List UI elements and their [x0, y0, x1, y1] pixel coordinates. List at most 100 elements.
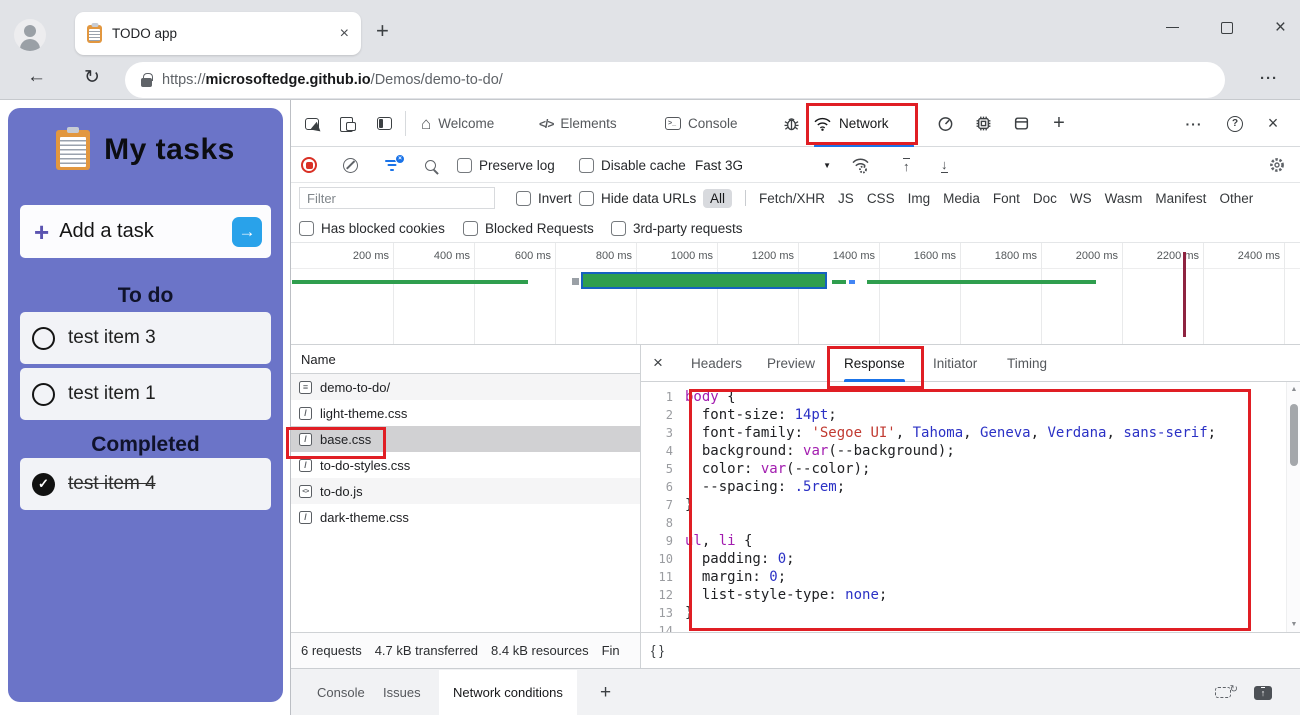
browser-menu-icon[interactable]: ··· — [1260, 70, 1278, 87]
completed-item[interactable]: ✓ test item 4 — [20, 458, 271, 510]
filter-pill-doc[interactable]: Doc — [1033, 191, 1057, 206]
completed-section-heading: Completed — [91, 433, 200, 456]
dock-panel-icon[interactable] — [371, 100, 397, 147]
filter-pill-img[interactable]: Img — [908, 191, 931, 206]
tab-elements[interactable]: </> Elements — [539, 100, 617, 147]
clear-network-log-icon[interactable] — [343, 147, 358, 183]
import-har-icon[interactable]: ↓ — [941, 147, 948, 183]
filter-toggle-icon[interactable]: × — [384, 147, 405, 183]
bug-icon[interactable] — [777, 100, 805, 147]
request-row-base-css[interactable]: / base.css — [291, 426, 640, 452]
filter-pill-js[interactable]: JS — [838, 191, 854, 206]
application-icon[interactable] — [1007, 100, 1035, 147]
column-header-name[interactable]: Name — [291, 345, 640, 374]
checkbox-icon[interactable] — [579, 157, 594, 173]
add-task-submit-button[interactable]: → — [232, 216, 262, 247]
url-bar[interactable]: https://microsoftedge.github.io/Demos/de… — [125, 62, 1225, 98]
task-checkbox[interactable] — [32, 382, 55, 406]
window-close-icon[interactable]: × — [1275, 18, 1286, 37]
filter-pill-fetch-xhr[interactable]: Fetch/XHR — [759, 191, 825, 206]
filter-pill-font[interactable]: Font — [993, 191, 1020, 206]
checkbox-icon[interactable] — [299, 220, 314, 236]
checkbox-icon[interactable] — [611, 220, 626, 236]
filter-pill-all[interactable]: All — [703, 188, 733, 208]
tab-close-icon[interactable]: × — [340, 25, 349, 42]
scroll-up-icon[interactable]: ▲ — [1287, 386, 1300, 393]
drawer-add-tab-icon[interactable]: + — [600, 669, 611, 716]
disable-cache-checkbox[interactable]: Disable cache — [579, 147, 686, 183]
drawer-dashed-box-icon[interactable]: ↻ — [1208, 669, 1238, 716]
checkbox-icon[interactable] — [516, 190, 531, 206]
task-checkbox[interactable] — [32, 326, 55, 350]
drawer-tab-network-conditions[interactable]: Network conditions — [439, 670, 577, 715]
details-tab-headers[interactable]: Headers — [691, 345, 742, 382]
invert-checkbox[interactable]: Invert — [516, 183, 572, 213]
details-tab-preview[interactable]: Preview — [767, 345, 815, 382]
request-row-demo-to-do[interactable]: ≡ demo-to-do/ — [291, 374, 640, 400]
filter-pill-wasm[interactable]: Wasm — [1105, 191, 1143, 206]
search-icon[interactable] — [425, 147, 436, 183]
filter-pill-ws[interactable]: WS — [1070, 191, 1092, 206]
devtools-close-icon[interactable]: × — [1259, 100, 1287, 147]
stop-recording-icon[interactable] — [301, 147, 317, 183]
hide-data-urls-checkbox[interactable]: Hide data URLs — [579, 183, 696, 213]
network-overview-timeline[interactable]: 200 ms 400 ms 600 ms 800 ms 1000 ms 1200 ms 14… — [291, 243, 1300, 345]
filter-pill-other[interactable]: Other — [1219, 191, 1253, 206]
filter-pill-css[interactable]: CSS — [867, 191, 895, 206]
advanced-filter-has-blocked-cookies[interactable]: Has blocked cookies — [299, 213, 445, 243]
tab-welcome[interactable]: ⌂ Welcome — [421, 100, 494, 147]
details-tab-response[interactable]: Response — [844, 345, 905, 382]
filter-input[interactable] — [299, 187, 495, 209]
filter-pill-media[interactable]: Media — [943, 191, 980, 206]
new-tab-button[interactable]: + — [376, 18, 389, 44]
help-icon[interactable]: ? — [1221, 100, 1249, 147]
advanced-filter-3rd-party-requests[interactable]: 3rd-party requests — [611, 213, 743, 243]
add-task-input[interactable]: + Add a task → — [20, 205, 271, 258]
checkbox-icon[interactable] — [579, 190, 594, 206]
tab-network[interactable]: Network — [813, 100, 915, 147]
timeline-gridline — [1203, 243, 1204, 344]
network-conditions-icon[interactable] — [851, 147, 870, 183]
details-tab-initiator[interactable]: Initiator — [933, 345, 977, 382]
devtools-more-icon[interactable]: ··· — [1179, 100, 1209, 147]
close-details-icon[interactable]: × — [653, 353, 663, 373]
more-tabs-plus-icon[interactable]: + — [1045, 100, 1073, 147]
refresh-icon[interactable]: ↻ — [84, 66, 100, 89]
throttling-select[interactable]: Fast 3G ▼ — [695, 147, 831, 183]
scrollbar-thumb[interactable] — [1290, 404, 1298, 466]
todo-item[interactable]: test item 1 — [20, 368, 271, 420]
drawer-tab-issues[interactable]: Issues — [369, 670, 435, 715]
expand-drawer-icon[interactable]: ↑ — [1248, 669, 1278, 716]
scrollbar[interactable]: ▲ ▼ — [1286, 382, 1300, 632]
drawer-tab-console[interactable]: Console — [303, 670, 379, 715]
network-settings-gear-icon[interactable] — [1268, 147, 1286, 183]
performance-icon[interactable] — [931, 100, 959, 147]
checkbox-icon[interactable] — [457, 157, 472, 173]
request-row-to-do-styles-css[interactable]: / to-do-styles.css — [291, 452, 640, 478]
window-maximize-icon[interactable] — [1220, 21, 1233, 34]
inspect-element-icon[interactable] — [299, 100, 325, 147]
advanced-filter-blocked-requests[interactable]: Blocked Requests — [463, 213, 594, 243]
tab-label: Network — [839, 116, 889, 131]
task-checked-icon[interactable]: ✓ — [32, 472, 55, 496]
scroll-down-icon[interactable]: ▼ — [1287, 621, 1300, 628]
export-har-icon[interactable]: ↑ — [903, 147, 910, 183]
window-minimize-icon[interactable] — [1165, 27, 1179, 28]
format-code-button[interactable]: { } — [651, 643, 664, 658]
todo-item[interactable]: test item 3 — [20, 312, 271, 364]
tab-console[interactable]: >_ Console — [665, 100, 738, 147]
filter-pill-manifest[interactable]: Manifest — [1155, 191, 1206, 206]
checkbox-icon[interactable] — [463, 220, 478, 236]
memory-chip-icon[interactable] — [969, 100, 997, 147]
preserve-log-checkbox[interactable]: Preserve log — [457, 147, 555, 183]
browser-tab[interactable]: TODO app × — [75, 12, 361, 55]
response-code-viewer[interactable]: 1 body {2 font-size: 14pt; 3 font-family: … — [641, 382, 1286, 632]
request-row-to-do-js[interactable]: <> to-do.js — [291, 478, 640, 504]
back-icon[interactable]: ← — [27, 66, 46, 88]
request-row-dark-theme-css[interactable]: / dark-theme.css — [291, 504, 640, 530]
lock-icon[interactable] — [141, 73, 153, 87]
request-row-light-theme-css[interactable]: / light-theme.css — [291, 400, 640, 426]
device-emulation-icon[interactable] — [335, 100, 361, 147]
details-tab-timing[interactable]: Timing — [1007, 345, 1047, 382]
profile-avatar[interactable] — [14, 19, 46, 51]
